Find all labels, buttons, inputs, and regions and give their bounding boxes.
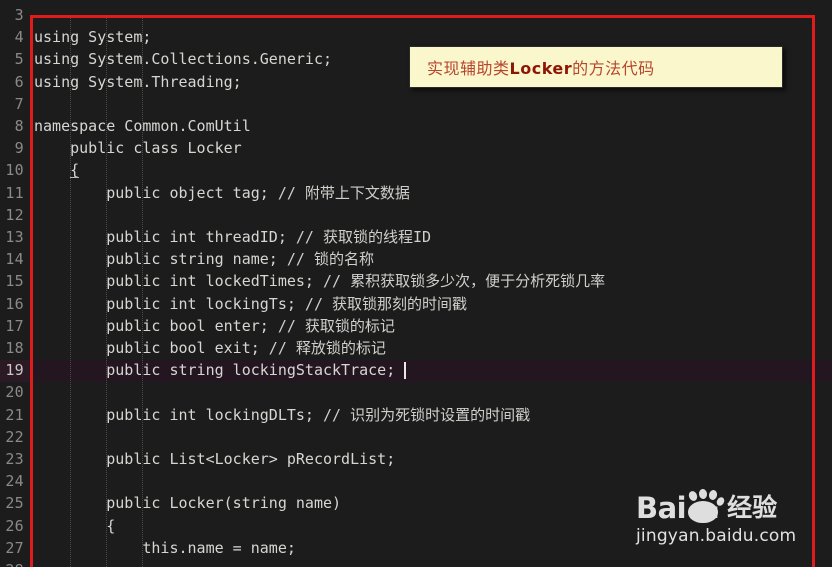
line-number[interactable]: 7: [0, 93, 24, 115]
line-number[interactable]: 14: [0, 248, 24, 270]
code-line[interactable]: using System.Collections.Generic;: [34, 48, 332, 70]
line-number[interactable]: 19: [0, 359, 24, 381]
code-comment: // 获取锁那刻的时间戳: [304, 294, 468, 313]
line-number[interactable]: 15: [0, 270, 24, 292]
code-line[interactable]: public List<Locker> pRecordList;: [106, 448, 395, 470]
code-line[interactable]: this.name = name;: [142, 537, 296, 559]
line-number[interactable]: 4: [0, 26, 24, 48]
line-number[interactable]: 25: [0, 492, 24, 514]
code-line[interactable]: public int lockedTimes; // 累积获取锁多少次，便于分析…: [106, 270, 605, 292]
line-number[interactable]: 12: [0, 204, 24, 226]
line-number[interactable]: 3: [0, 4, 24, 26]
watermark-brand-row: Bai du 经验: [636, 487, 816, 523]
code-line[interactable]: public bool exit; // 释放锁的标记: [106, 337, 386, 359]
watermark-jingyan-text: 经验: [727, 493, 778, 522]
code-line[interactable]: using System;: [34, 26, 151, 48]
annotation-callout-text: 实现辅助类Locker的方法代码: [427, 59, 655, 78]
line-number[interactable]: 16: [0, 293, 24, 315]
code-line[interactable]: public object tag; // 附带上下文数据: [106, 182, 410, 204]
line-number[interactable]: 17: [0, 315, 24, 337]
annotation-callout: 实现辅助类Locker的方法代码: [409, 46, 783, 88]
line-number[interactable]: 23: [0, 448, 24, 470]
indent-guide: [106, 16, 108, 567]
line-number-gutter: 3 4 5 6 7 8 9 10 11 12 13 14 15 16 17 18 19 20 21 22 23 24 25 2…: [0, 0, 30, 567]
watermark-url: jingyan.baidu.com: [636, 526, 797, 546]
screenshot-root: 3 4 5 6 7 8 9 10 11 12 13 14 15 16 17 18 19 20 21 22 23 24 25 2…: [0, 0, 832, 567]
code-line[interactable]: using System.Threading;: [34, 71, 242, 93]
paw-pad-2: [698, 488, 708, 500]
line-number[interactable]: 28: [0, 559, 24, 567]
line-number[interactable]: 5: [0, 48, 24, 70]
line-number[interactable]: 13: [0, 226, 24, 248]
code-line[interactable]: public int lockingDLTs; // 识别为死锁时设置的时间戳: [106, 404, 530, 426]
code-comment: // 释放锁的标记: [268, 339, 386, 357]
paw-print-icon: du: [686, 488, 726, 523]
code-comment: // 锁的名称: [286, 250, 374, 269]
line-number[interactable]: 6: [0, 71, 24, 93]
line-number[interactable]: 27: [0, 537, 24, 559]
watermark-bai-text: Bai: [636, 491, 687, 525]
code-comment: // 累积获取锁多少次，便于分析死锁几率: [322, 272, 606, 291]
code-comment: // 获取锁的标记: [277, 316, 395, 335]
line-number[interactable]: 9: [0, 137, 24, 159]
line-number[interactable]: 24: [0, 470, 24, 492]
line-number[interactable]: 10: [0, 159, 24, 181]
code-line[interactable]: public class Locker: [70, 137, 242, 159]
code-line[interactable]: public string name; // 锁的名称: [106, 248, 374, 270]
baidu-jingyan-watermark: Bai du 经验 jingyan.baidu.com: [636, 487, 816, 555]
line-number[interactable]: 26: [0, 515, 24, 537]
code-line[interactable]: public bool enter; // 获取锁的标记: [106, 315, 395, 337]
code-line[interactable]: public int threadID; // 获取锁的线程ID: [106, 226, 431, 248]
code-line[interactable]: public string lockingStackTrace;: [106, 359, 395, 381]
code-comment: // 识别为死锁时设置的时间戳: [322, 405, 531, 424]
line-number[interactable]: 18: [0, 337, 24, 359]
indent-guide: [70, 16, 72, 567]
line-number[interactable]: 22: [0, 426, 24, 448]
watermark-du-text: du: [689, 499, 720, 523]
code-line[interactable]: public int lockingTs; // 获取锁那刻的时间戳: [106, 293, 467, 315]
text-caret: [404, 362, 406, 380]
indent-guide: [142, 16, 144, 567]
code-comment: // 附带上下文数据: [277, 183, 410, 202]
line-number[interactable]: 21: [0, 404, 24, 426]
line-number[interactable]: 8: [0, 115, 24, 137]
line-number[interactable]: 11: [0, 182, 24, 204]
annotation-strong-term: Locker: [509, 59, 573, 78]
line-number[interactable]: 20: [0, 381, 24, 403]
code-comment: // 获取锁的线程ID: [295, 228, 432, 246]
